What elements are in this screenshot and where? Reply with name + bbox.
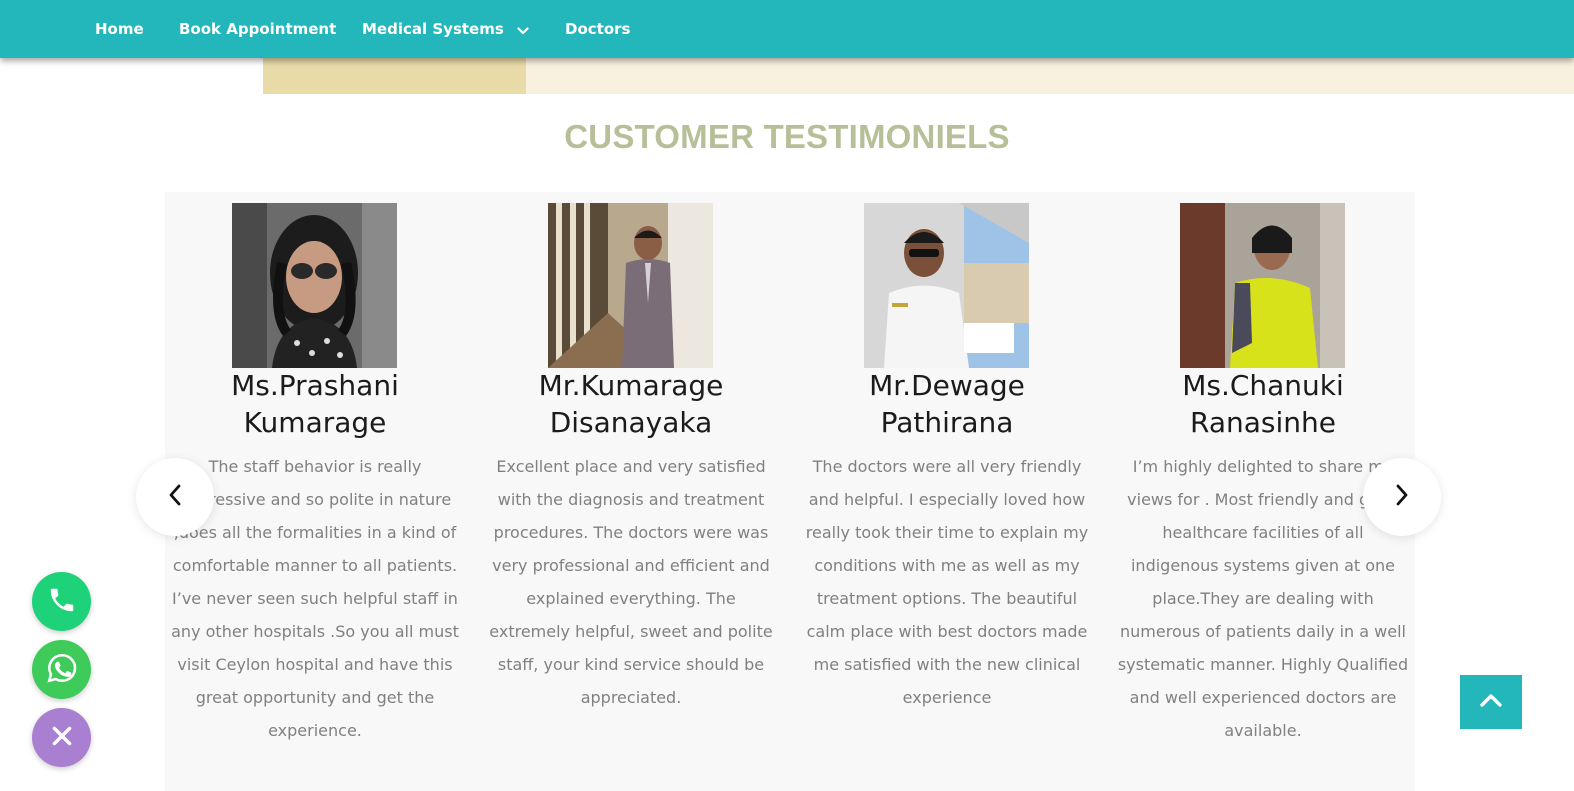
close-contact-button[interactable] (32, 708, 91, 767)
customer-name: Mr.Dewage Pathirana (797, 367, 1097, 441)
customer-name: Mr.Kumarage Disanayaka (481, 367, 781, 441)
customer-name-line2: Ranasinhe (1190, 406, 1336, 439)
chevron-left-icon (168, 484, 182, 510)
top-navbar: Home Book Appointment Medical Systems Do… (0, 0, 1574, 58)
banner-band-left (263, 58, 526, 94)
customer-photo (232, 203, 397, 368)
carousel-next-button[interactable] (1363, 458, 1441, 536)
nav-home-link[interactable]: Home (95, 20, 144, 38)
nav-medical-systems-dropdown[interactable]: Medical Systems (362, 20, 529, 39)
testimonial-quote: Excellent place and very satisfied with … (489, 457, 773, 707)
customer-photo (864, 203, 1029, 368)
nav-medical-systems-label: Medical Systems (362, 20, 504, 38)
whatsapp-icon (45, 651, 79, 689)
customer-name: Ms.Prashani Kumarage (165, 367, 465, 441)
customer-photo (1180, 203, 1345, 368)
chevron-right-icon (1395, 484, 1409, 510)
customer-name-line1: Ms.Prashani (231, 369, 399, 402)
nav-book-appointment-link[interactable]: Book Appointment (179, 20, 336, 38)
phone-call-button[interactable] (32, 572, 91, 631)
customer-name-line1: Ms.Chanuki (1182, 369, 1344, 402)
close-icon (49, 723, 75, 753)
chevron-up-icon (1479, 692, 1503, 712)
testimonials-carousel: Ms.Prashani Kumarage The staff behavior … (165, 192, 1415, 791)
customer-photo (548, 203, 713, 368)
nav-doctors-link[interactable]: Doctors (565, 20, 630, 38)
chevron-down-icon (517, 21, 529, 39)
banner-band-right (526, 58, 1574, 94)
testimonial-quote: The doctors were all very friendly and h… (805, 457, 1089, 707)
whatsapp-button[interactable] (32, 640, 91, 699)
customer-name-line2: Disanayaka (549, 406, 713, 439)
customer-name-line1: Mr.Dewage (869, 369, 1025, 402)
section-title: CUSTOMER TESTIMONIELS (564, 118, 1010, 155)
phone-icon (47, 585, 77, 619)
customer-name-line1: Mr.Kumarage (538, 369, 724, 402)
customer-name-line2: Kumarage (243, 406, 387, 439)
customer-name-line2: Pathirana (880, 406, 1014, 439)
back-to-top-button[interactable] (1460, 675, 1522, 729)
customer-name: Ms.Chanuki Ranasinhe (1113, 367, 1413, 441)
carousel-prev-button[interactable] (136, 458, 214, 536)
